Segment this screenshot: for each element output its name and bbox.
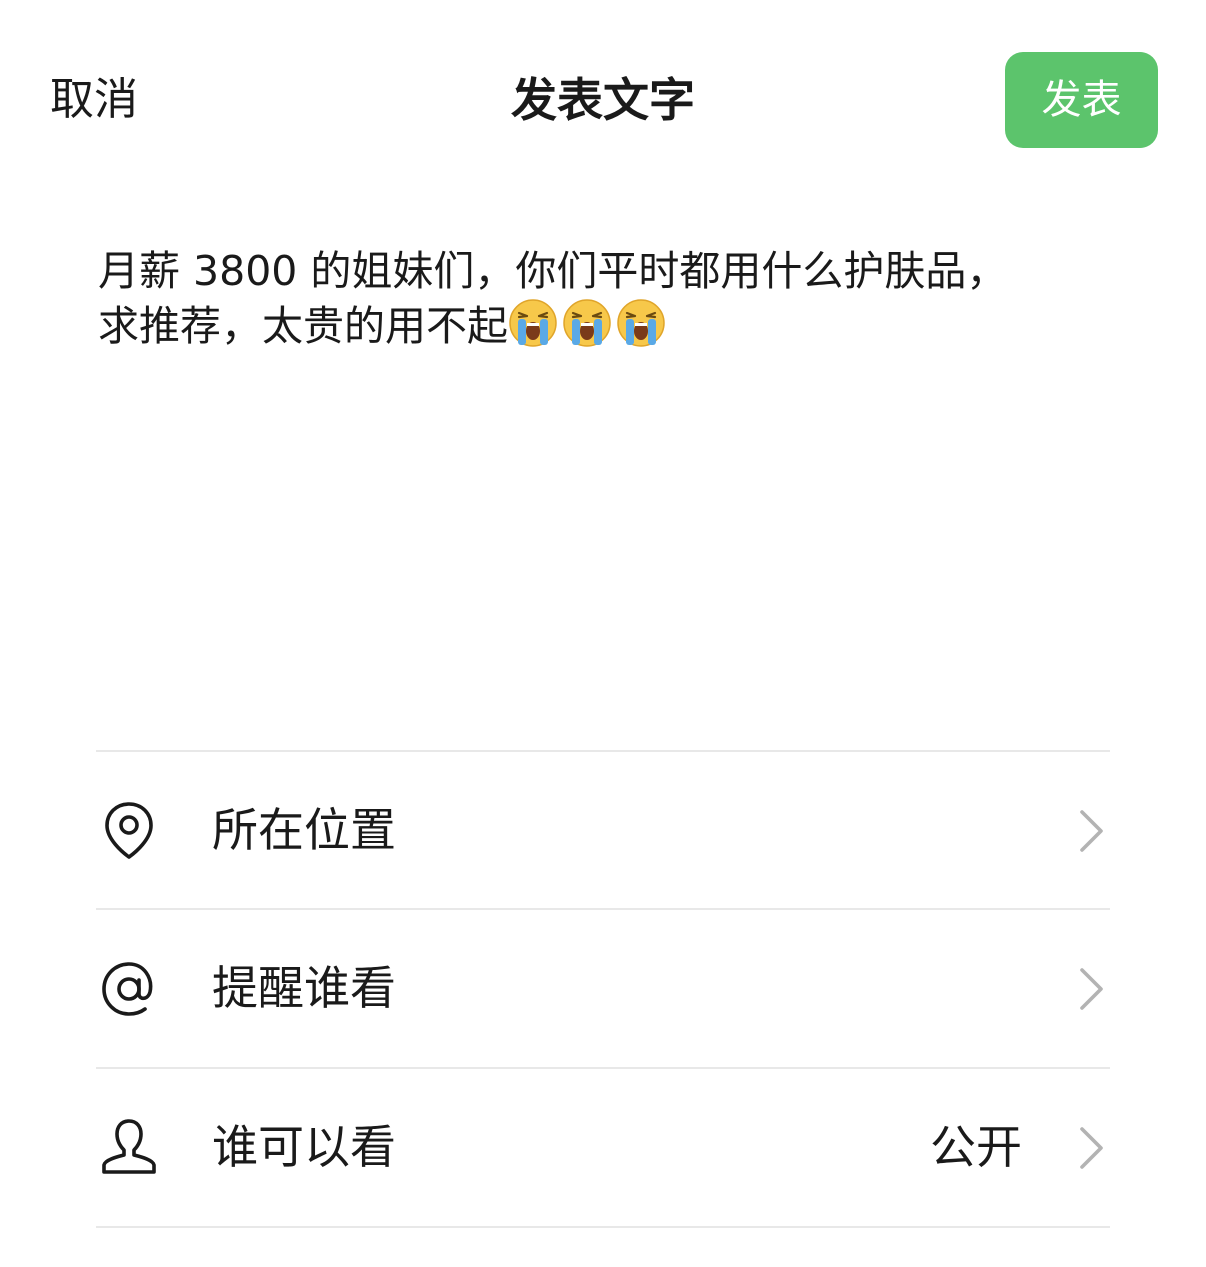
location-pin-icon	[105, 802, 153, 859]
chevron-right-icon	[1080, 1127, 1103, 1169]
post-text-line-1: 月薪 3800 的姐妹们，你们平时都用什么护肤品，	[98, 247, 1008, 295]
option-visibility[interactable]: 谁可以看 公开	[96, 1069, 1110, 1225]
post-text-area[interactable]: 月薪 3800 的姐妹们，你们平时都用什么护肤品， 求推荐，太贵的用不起	[98, 244, 1108, 353]
option-location[interactable]: 所在位置	[96, 752, 1110, 908]
divider	[96, 1226, 1110, 1228]
loudly-crying-face-icon	[617, 299, 665, 347]
post-text-line-2: 求推荐，太贵的用不起	[98, 302, 508, 350]
chevron-right-icon	[1080, 968, 1103, 1010]
person-icon	[102, 1119, 156, 1174]
loudly-crying-face-icon	[563, 299, 611, 347]
top-bar: 取消 发表文字 发表	[0, 0, 1206, 200]
chevron-right-icon	[1080, 810, 1103, 852]
at-sign-icon	[102, 962, 153, 1016]
option-label: 谁可以看	[212, 1120, 396, 1174]
publish-button[interactable]: 发表	[1005, 52, 1158, 148]
option-label: 所在位置	[212, 803, 396, 857]
option-label: 提醒谁看	[212, 961, 396, 1015]
option-mention[interactable]: 提醒谁看	[96, 910, 1110, 1066]
visibility-value: 公开	[930, 1120, 1022, 1174]
loudly-crying-face-icon	[509, 299, 557, 347]
